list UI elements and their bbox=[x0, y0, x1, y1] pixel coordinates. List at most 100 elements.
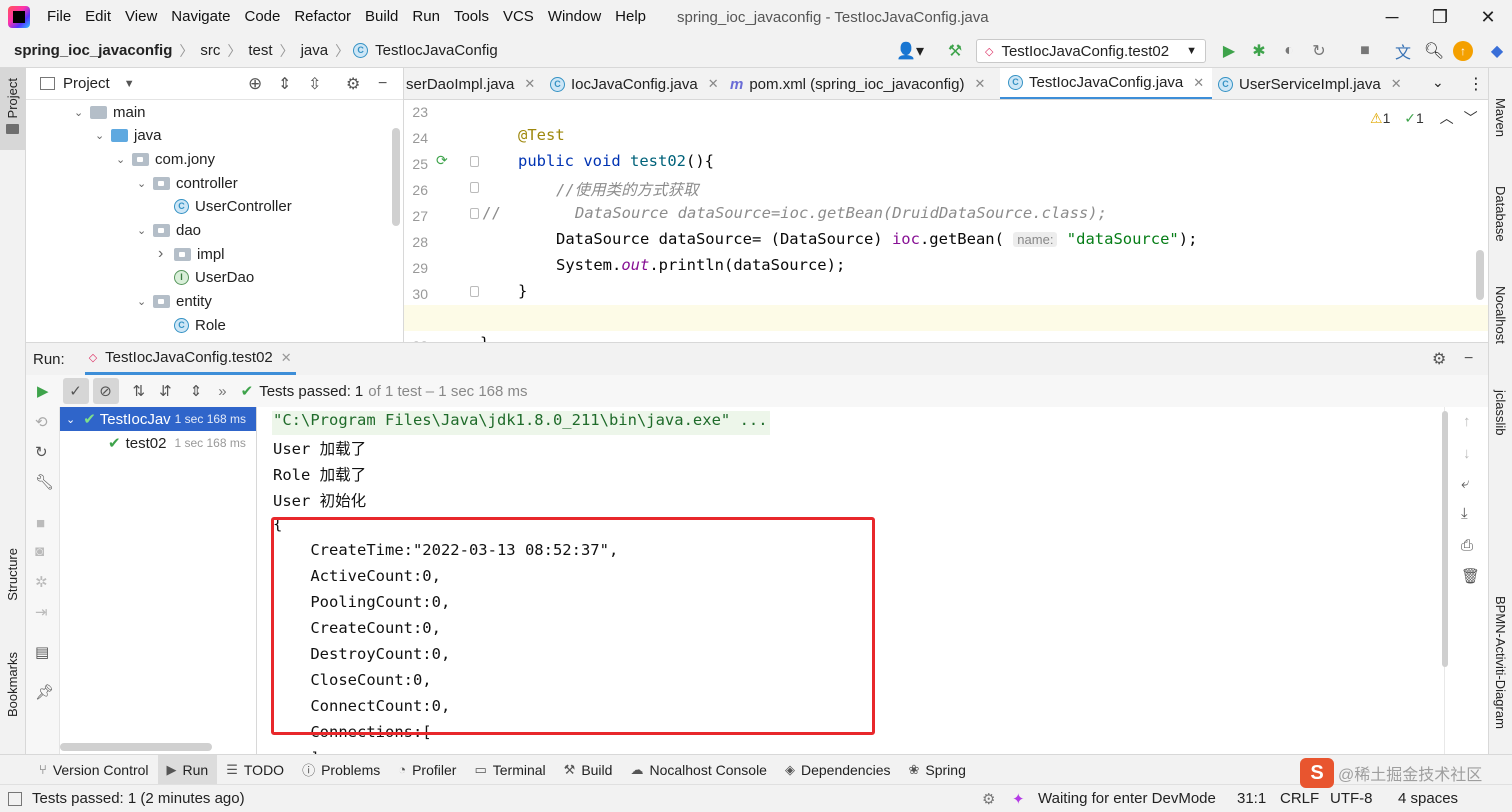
structure-tool-button[interactable]: Structure bbox=[5, 548, 20, 601]
debug-bug-icon[interactable]: ✱ bbox=[1248, 40, 1270, 62]
close-icon[interactable]: ✕ bbox=[1391, 76, 1402, 92]
more-actions-icon[interactable]: » bbox=[218, 383, 226, 400]
menu-window[interactable]: Window bbox=[541, 0, 608, 34]
hide-panel-icon[interactable]: − bbox=[378, 75, 387, 93]
maven-tool-button[interactable]: Maven bbox=[1493, 98, 1508, 137]
tree-item-com-jony[interactable]: ⌄ com.jony bbox=[116, 147, 215, 171]
rerun-icon[interactable]: ▶ bbox=[37, 382, 49, 400]
run-test-gutter-icon[interactable]: ⟳ bbox=[436, 152, 448, 169]
bottom-tab-dependencies[interactable]: ◈ Dependencies bbox=[776, 755, 900, 785]
chevron-down-icon[interactable]: ⌄ bbox=[66, 413, 75, 426]
tree-item-entity[interactable]: ⌄ entity bbox=[137, 290, 212, 314]
pin-icon[interactable]: 📌︎ bbox=[35, 683, 54, 701]
bottom-tab-todo[interactable]: ☰ TODO bbox=[217, 755, 293, 785]
menu-refactor[interactable]: Refactor bbox=[287, 0, 358, 34]
chevron-up-icon[interactable]: ︿ bbox=[1440, 110, 1454, 126]
profile-icon[interactable]: ↻ bbox=[1308, 40, 1330, 62]
update-icon[interactable]: ↑ bbox=[1453, 41, 1473, 61]
menu-tools[interactable]: Tools bbox=[447, 0, 496, 34]
code-editor[interactable]: 23242526272829303132⟳ ⚠1 ✓1 ︿ ﹀ @Test pu… bbox=[404, 100, 1488, 342]
more-options-icon[interactable]: ⋮ bbox=[1468, 74, 1484, 94]
sort-alpha-icon[interactable]: ⇅ bbox=[133, 382, 146, 400]
trash-icon[interactable]: 🗑︎ bbox=[1461, 567, 1480, 585]
rerun-failed-icon[interactable]: ↻ bbox=[35, 443, 48, 461]
translate-icon[interactable]: 文 bbox=[1392, 40, 1414, 62]
status-message[interactable]: Tests passed: 1 (2 minutes ago) bbox=[32, 790, 245, 807]
bottom-tab-version-control[interactable]: ⑂ Version Control bbox=[30, 755, 158, 785]
bottom-tab-nocalhost-console[interactable]: ☁ Nocalhost Console bbox=[621, 755, 776, 785]
close-icon[interactable]: ✕ bbox=[281, 350, 292, 366]
database-tool-button[interactable]: Database bbox=[1493, 186, 1508, 242]
chevron-down-icon[interactable]: ﹀ bbox=[1464, 110, 1478, 126]
chevron-down-icon[interactable]: ⌄ bbox=[137, 295, 153, 308]
tab-iocjavaconfig[interactable]: C IocJavaConfig.java ✕ bbox=[550, 68, 719, 99]
expand-all-icon[interactable]: ⇕ bbox=[278, 74, 291, 94]
fold-marker-icon[interactable] bbox=[470, 286, 479, 297]
project-panel-title[interactable]: Project bbox=[63, 75, 110, 92]
breadcrumb-src[interactable]: src bbox=[197, 42, 223, 59]
breadcrumb-class[interactable]: TestIocJavaConfig bbox=[372, 42, 501, 59]
tree-item-role[interactable]: C Role bbox=[158, 313, 226, 337]
indent-setting[interactable]: 4 spaces bbox=[1398, 790, 1458, 807]
bookmarks-tool-button[interactable]: Bookmarks bbox=[5, 652, 20, 717]
menu-vcs[interactable]: VCS bbox=[496, 0, 541, 34]
run-icon[interactable]: ▶ bbox=[1218, 40, 1240, 62]
locate-icon[interactable]: ⊕ bbox=[248, 74, 262, 94]
bottom-tab-terminal[interactable]: ▭ Terminal bbox=[465, 755, 554, 785]
chevron-down-icon[interactable]: ▼ bbox=[124, 78, 135, 90]
tab-userdaoimpl[interactable]: serDaoImpl.java ✕ bbox=[406, 68, 535, 99]
breadcrumb-java[interactable]: java bbox=[298, 42, 332, 59]
toggle-autotest-icon[interactable]: ⟲ bbox=[35, 413, 48, 431]
close-icon[interactable]: ✕ bbox=[524, 76, 535, 92]
arrow-up-icon[interactable]: ↑ bbox=[1463, 413, 1471, 430]
bpmn-tool-button[interactable]: BPMN-Activiti-Diagram bbox=[1493, 596, 1508, 729]
scroll-to-end-icon[interactable]: ⤓ bbox=[1461, 505, 1468, 522]
soft-wrap-icon[interactable]: ⤶ bbox=[1461, 475, 1469, 492]
chevron-down-icon[interactable]: ⌄ bbox=[137, 177, 153, 190]
tree-item-main[interactable]: ⌄ main bbox=[74, 100, 146, 124]
search-icon[interactable]: 🔍︎ bbox=[1423, 40, 1445, 62]
coverage-icon[interactable]: ◐ bbox=[1278, 40, 1300, 62]
jclasslib-tool-button[interactable]: jclasslib bbox=[1493, 390, 1508, 436]
export-icon[interactable]: ⇥ bbox=[35, 603, 48, 621]
gear-icon[interactable]: ⚙ bbox=[1432, 349, 1446, 369]
stop-icon[interactable]: ■ bbox=[36, 515, 45, 532]
tree-item-userdao[interactable]: I UserDao bbox=[158, 266, 254, 290]
tree-item-java[interactable]: ⌄ java bbox=[95, 124, 162, 148]
close-icon[interactable]: ✕ bbox=[974, 76, 985, 92]
run-config-selector[interactable]: ◇ TestIocJavaConfig.test02 ▼ bbox=[976, 39, 1206, 63]
run-tab[interactable]: ◇ TestIocJavaConfig.test02 ✕ bbox=[84, 343, 296, 375]
tab-userserviceimpl[interactable]: C UserServiceImpl.java ✕ bbox=[1218, 68, 1402, 99]
inspection-widget[interactable]: ⚠1 ✓1 ︿ ﹀ bbox=[1370, 108, 1478, 128]
build-hammer-icon[interactable]: ⚒ bbox=[944, 40, 966, 62]
gear-icon[interactable]: ⚙ bbox=[346, 74, 360, 94]
user-dropdown-icon[interactable]: 👤▾ bbox=[896, 40, 924, 62]
menu-build[interactable]: Build bbox=[358, 0, 405, 34]
close-window-button[interactable]: ✕ bbox=[1464, 0, 1512, 34]
menu-help[interactable]: Help bbox=[608, 0, 653, 34]
close-icon[interactable]: ✕ bbox=[1193, 75, 1204, 91]
test-row-method[interactable]: ✔ test02 1 sec 168 ms bbox=[108, 431, 246, 455]
menu-code[interactable]: Code bbox=[237, 0, 287, 34]
menu-file[interactable]: File bbox=[40, 0, 78, 34]
nocalhost-tool-button[interactable]: Nocalhost bbox=[1493, 286, 1508, 344]
jetbrains-toolbox-icon[interactable]: ◆ bbox=[1486, 40, 1508, 62]
restore-layout-icon[interactable]: ✲ bbox=[35, 573, 48, 591]
chevron-right-icon[interactable]: › bbox=[158, 245, 174, 263]
tab-pom-xml[interactable]: m pom.xml (spring_ioc_javaconfig) ✕ bbox=[730, 68, 985, 99]
sort-duration-icon[interactable]: ⇵ bbox=[159, 382, 172, 400]
devmode-status[interactable]: Waiting for enter DevMode bbox=[1038, 790, 1216, 807]
test-row-class[interactable]: ⌄ ✔ TestIocJav 1 sec 168 ms bbox=[60, 407, 256, 431]
menu-view[interactable]: View bbox=[118, 0, 164, 34]
fold-marker-icon[interactable] bbox=[470, 182, 479, 193]
tree-item-dao[interactable]: ⌄ dao bbox=[137, 219, 201, 243]
breadcrumb-test[interactable]: test bbox=[245, 42, 275, 59]
stop-icon[interactable]: ■ bbox=[1354, 40, 1376, 62]
print-icon[interactable]: ⎙ bbox=[1461, 537, 1473, 554]
file-encoding[interactable]: UTF-8 bbox=[1330, 790, 1373, 807]
menu-navigate[interactable]: Navigate bbox=[164, 0, 237, 34]
menu-edit[interactable]: Edit bbox=[78, 0, 118, 34]
chevron-down-icon[interactable]: ⌄ bbox=[1432, 74, 1444, 91]
breadcrumb-project[interactable]: spring_ioc_javaconfig bbox=[11, 42, 175, 59]
console-output[interactable]: "C:\Program Files\Java\jdk1.8.0_211\bin\… bbox=[258, 407, 1444, 755]
